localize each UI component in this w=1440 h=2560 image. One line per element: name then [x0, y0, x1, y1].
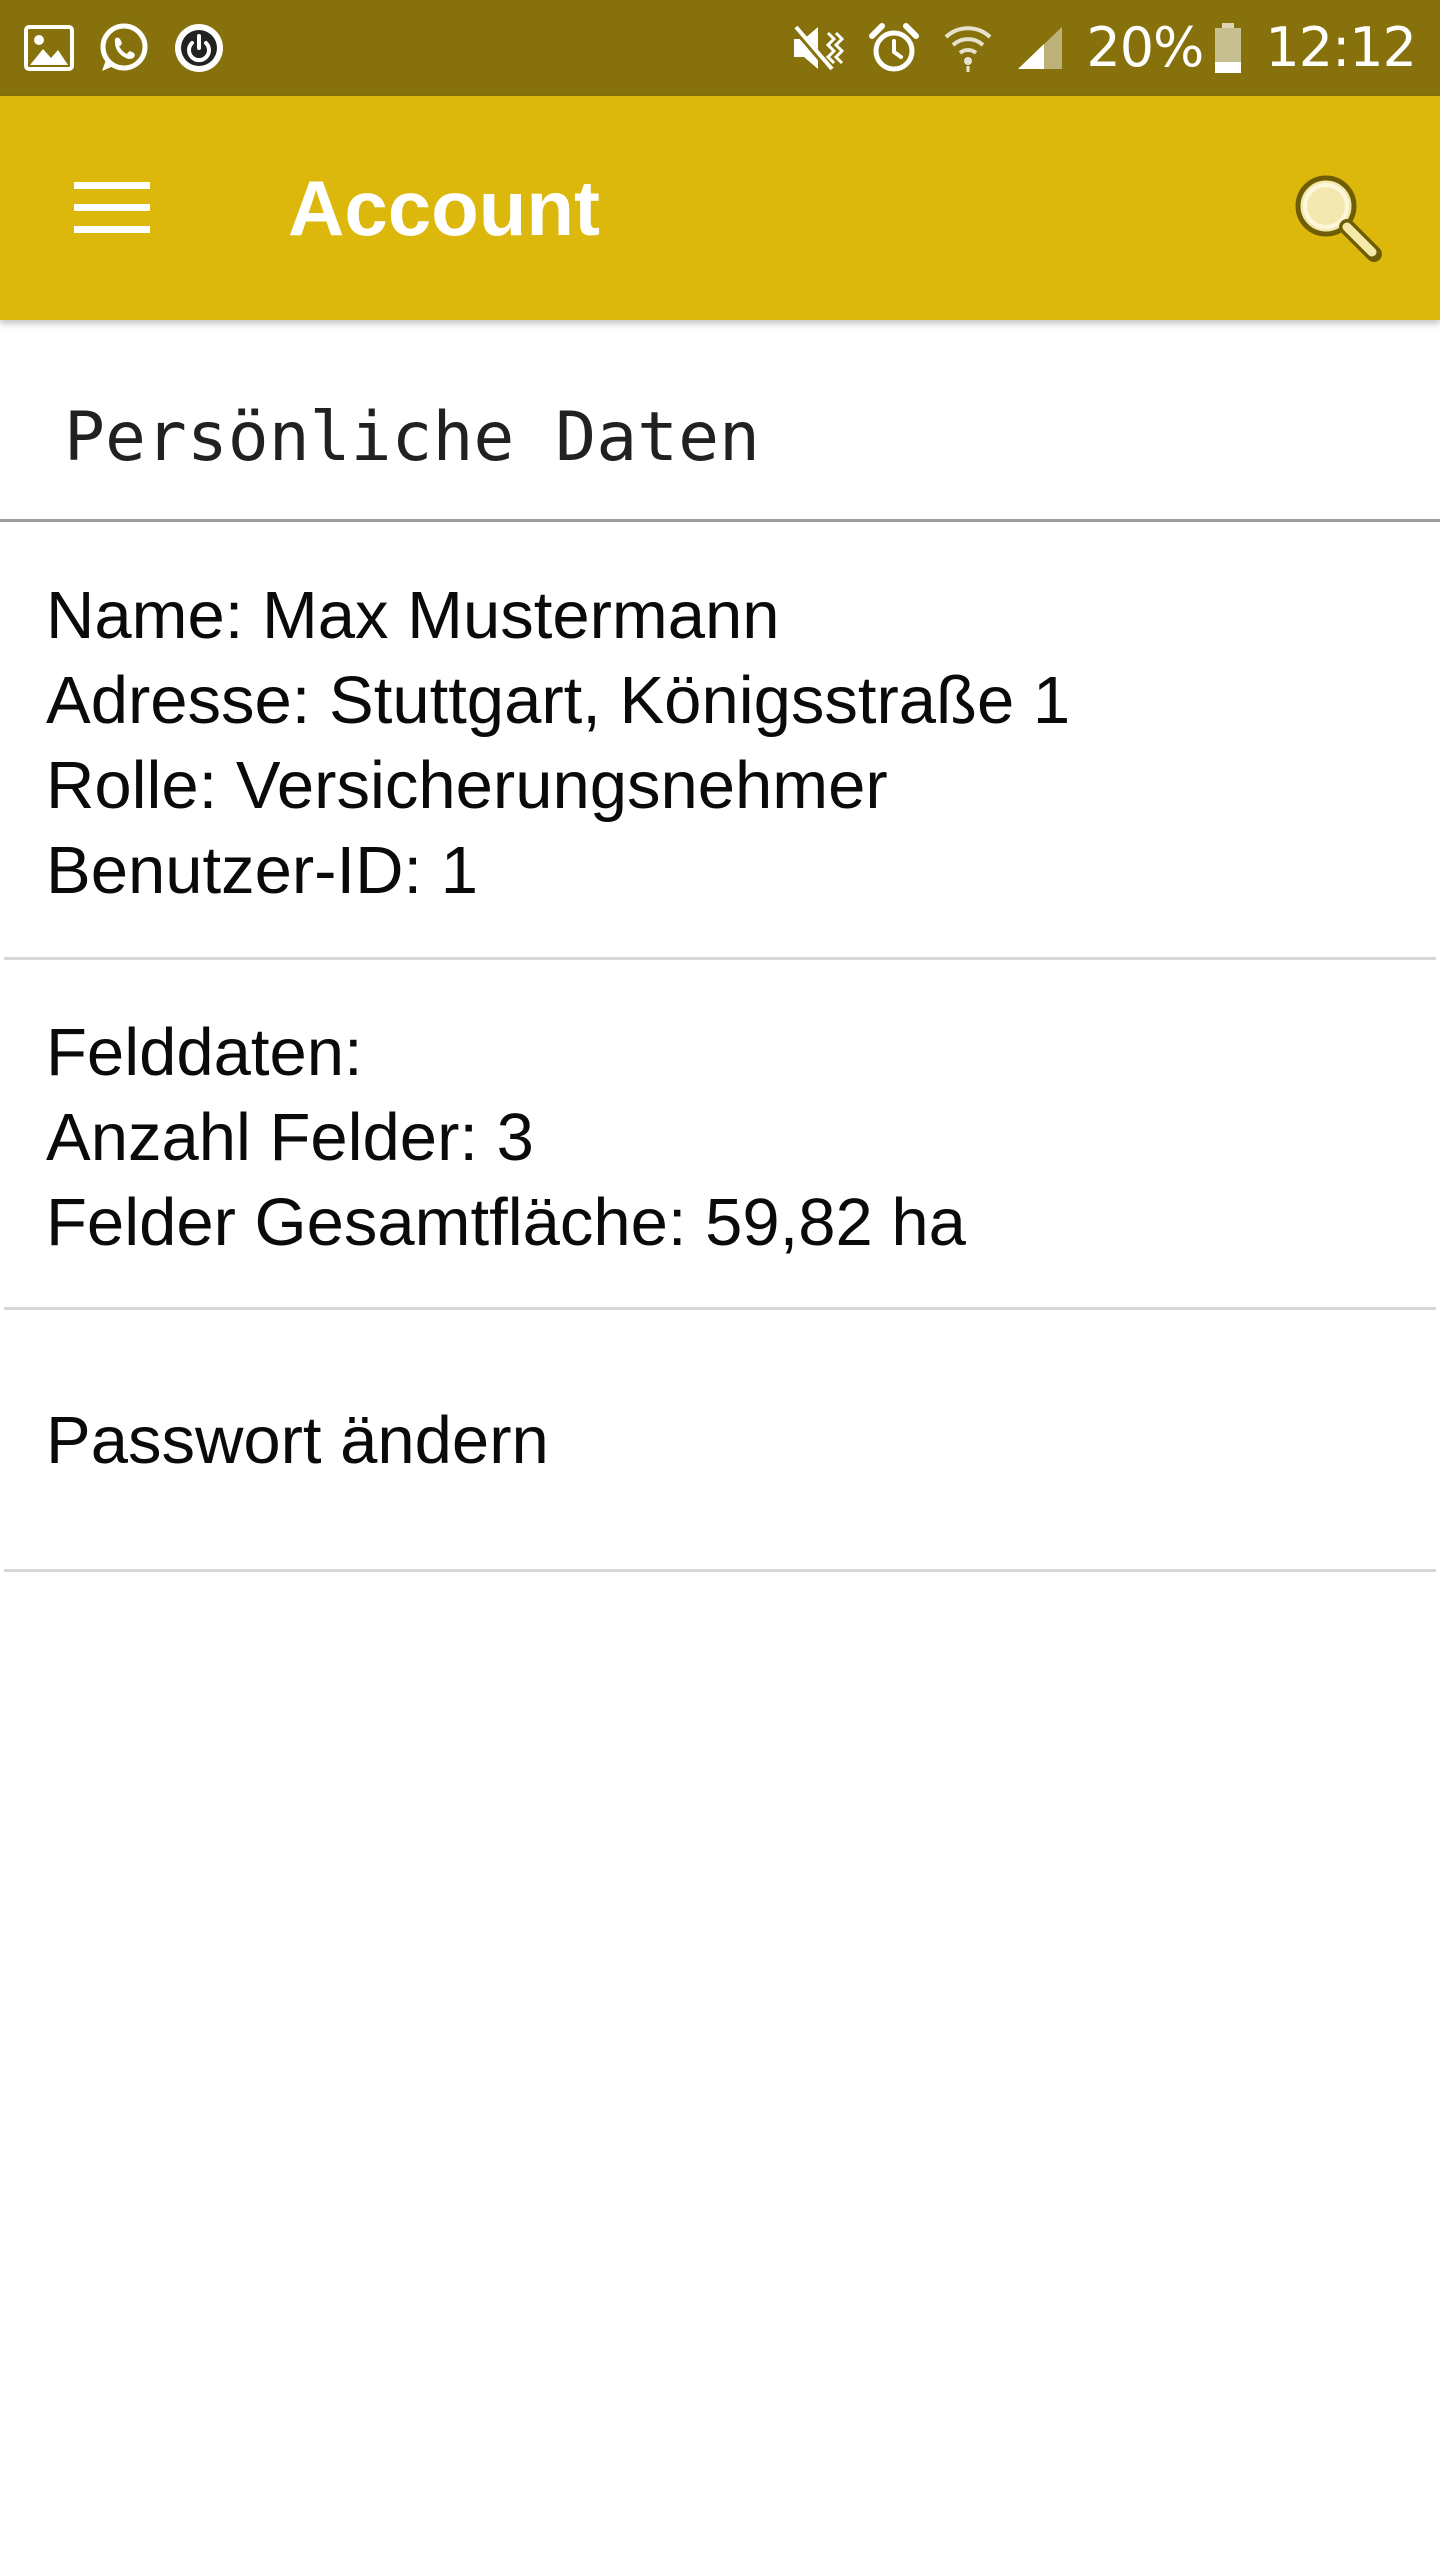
search-button[interactable] — [1272, 152, 1400, 280]
account-screen: 20% 12:12 Account Persönliche Daten Name… — [0, 0, 1440, 2560]
field-area-line: Felder Gesamtfläche: 59,82 ha — [46, 1185, 966, 1260]
field-data-heading: Felddaten: — [46, 1015, 363, 1090]
name-line: Name: Max Mustermann — [46, 578, 780, 653]
app-bar: Account — [0, 96, 1440, 320]
signal-icon — [1016, 25, 1064, 71]
status-bar-left — [24, 0, 226, 96]
field-data-card: Felddaten: Anzahl Felder: 3 Felder Gesam… — [4, 960, 1436, 1310]
section-title: Persönliche Daten — [64, 398, 760, 477]
change-password-label: Passwort ändern — [46, 1403, 549, 1478]
section-header: Persönliche Daten — [0, 320, 1440, 522]
battery-percentage: 20% — [1086, 16, 1204, 79]
whatsapp-icon — [96, 21, 150, 75]
battery-icon — [1213, 22, 1243, 74]
change-password-row[interactable]: Passwort ändern — [4, 1310, 1436, 1572]
clock: 12:12 — [1265, 16, 1417, 79]
search-icon — [1295, 175, 1382, 262]
status-bar: 20% 12:12 — [0, 0, 1440, 96]
page-title: Account — [288, 164, 600, 252]
address-line: Adresse: Stuttgart, Königsstraße 1 — [46, 663, 1071, 738]
menu-icon — [74, 182, 150, 233]
menu-button[interactable] — [56, 152, 168, 264]
power-app-icon — [172, 21, 226, 75]
role-line: Rolle: Versicherungsnehmer — [46, 748, 888, 823]
user-id-line: Benutzer-ID: 1 — [46, 833, 478, 908]
mute-icon — [790, 23, 846, 73]
field-count-line: Anzahl Felder: 3 — [46, 1100, 534, 1175]
alarm-icon — [868, 22, 920, 74]
gallery-icon — [24, 25, 74, 71]
wifi-icon — [942, 23, 994, 73]
status-bar-right: 20% 12:12 — [790, 0, 1417, 96]
personal-data-card: Name: Max Mustermann Adresse: Stuttgart,… — [4, 522, 1436, 960]
